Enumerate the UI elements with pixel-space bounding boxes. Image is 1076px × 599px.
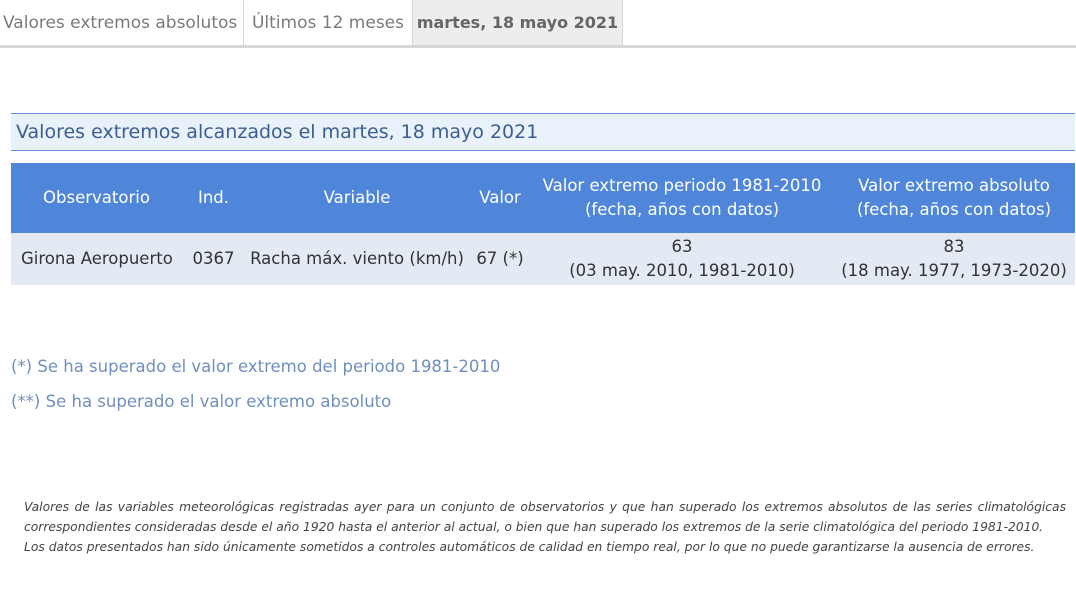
header-observatorio: Observatorio <box>11 163 182 233</box>
header-ind: Ind. <box>182 163 245 233</box>
cell-extremo-absoluto: 83 (18 may. 1977, 1973-2020) <box>833 233 1075 285</box>
header-extremo-absoluto: Valor extremo absoluto (fecha, años con … <box>833 163 1075 233</box>
tab-ultimos-12-meses[interactable]: Últimos 12 meses <box>244 0 413 45</box>
header-extremo-periodo-line2: (fecha, años con datos) <box>584 200 780 219</box>
tab-valores-extremos-absolutos[interactable]: Valores extremos absolutos <box>0 0 244 45</box>
tab-bar: Valores extremos absolutos Últimos 12 me… <box>0 0 1076 48</box>
cell-observatorio: Girona Aeropuerto <box>11 233 182 285</box>
footnote-absoluto: (**) Se ha superado el valor extremo abs… <box>11 392 392 411</box>
extremes-table: Observatorio Ind. Variable Valor Valor e… <box>11 163 1075 285</box>
table-row: Girona Aeropuerto 0367 Racha máx. viento… <box>11 233 1075 285</box>
header-variable: Variable <box>245 163 469 233</box>
disclaimer-paragraph-1: Valores de las variables meteorológicas … <box>24 500 1066 534</box>
section-title: Valores extremos alcanzados el martes, 1… <box>11 113 1075 151</box>
header-extremo-absoluto-line1: Valor extremo absoluto <box>858 176 1050 195</box>
tab-fecha-actual[interactable]: martes, 18 mayo 2021 <box>413 0 623 45</box>
table-header-row: Observatorio Ind. Variable Valor Valor e… <box>11 163 1075 233</box>
cell-valor: 67 (*) <box>469 233 531 285</box>
disclaimer: Valores de las variables meteorológicas … <box>24 497 1066 557</box>
header-extremo-periodo-line1: Valor extremo periodo 1981-2010 <box>542 176 822 195</box>
header-extremo-absoluto-line2: (fecha, años con datos) <box>856 200 1052 219</box>
cell-variable: Racha máx. viento (km/h) <box>245 233 469 285</box>
cell-extremo-periodo: 63 (03 may. 2010, 1981-2010) <box>531 233 833 285</box>
footnote-periodo: (*) Se ha superado el valor extremo del … <box>11 357 501 376</box>
disclaimer-paragraph-2: Los datos presentados han sido únicament… <box>24 540 1035 554</box>
header-valor: Valor <box>469 163 531 233</box>
cell-extremo-periodo-value: 63 <box>671 237 693 256</box>
cell-extremo-absoluto-value: 83 <box>943 237 965 256</box>
cell-extremo-absoluto-detail: (18 may. 1977, 1973-2020) <box>841 261 1067 280</box>
cell-ind: 0367 <box>182 233 245 285</box>
header-extremo-periodo: Valor extremo periodo 1981-2010 (fecha, … <box>531 163 833 233</box>
cell-extremo-periodo-detail: (03 may. 2010, 1981-2010) <box>569 261 795 280</box>
